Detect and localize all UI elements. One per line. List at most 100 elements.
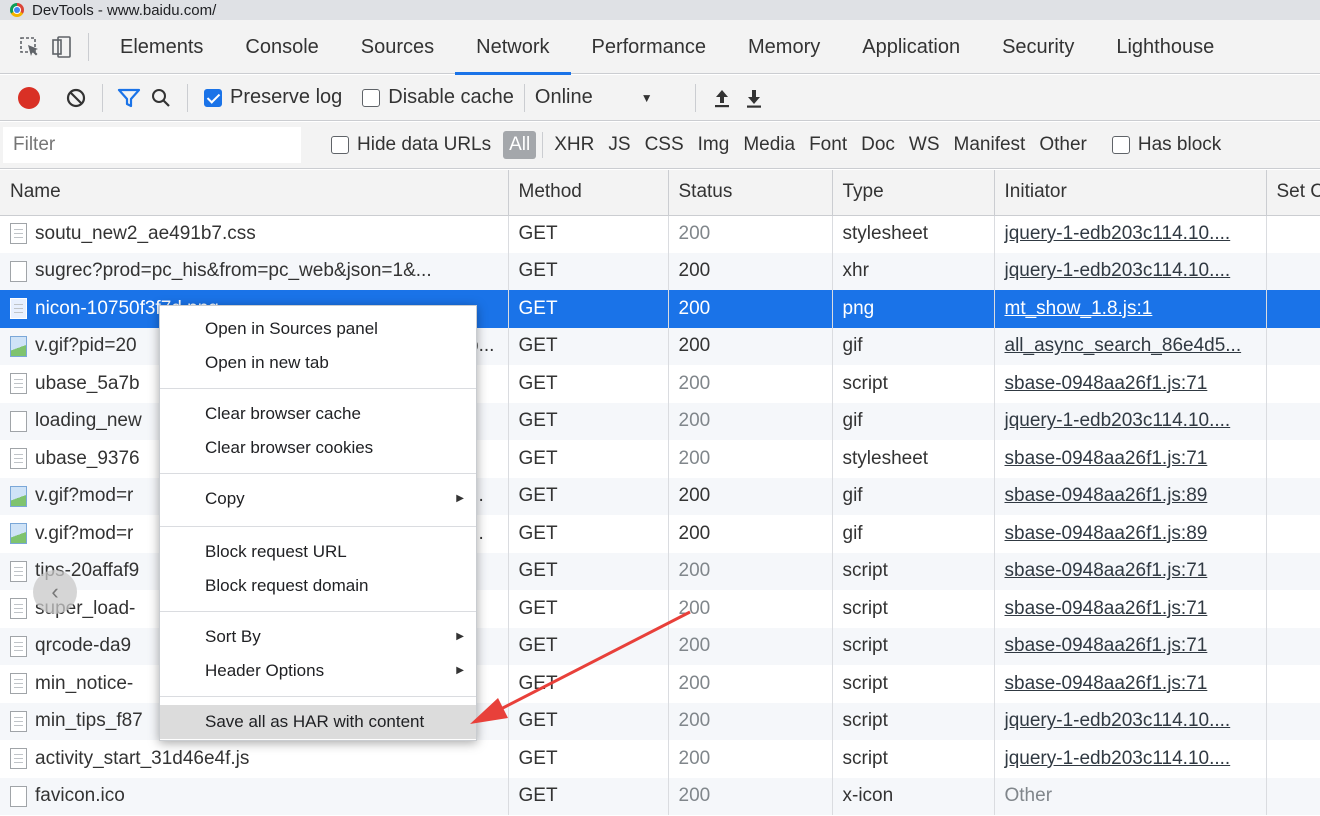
type-filter-css[interactable]: CSS xyxy=(638,134,691,156)
type-filter-all[interactable]: All xyxy=(503,131,537,159)
cell-type: script xyxy=(832,740,995,778)
menu-item-sort-by[interactable]: Sort By ▶ xyxy=(160,620,476,654)
preserve-log-checkbox[interactable]: Preserve log xyxy=(204,86,342,109)
column-header-set-cookies[interactable]: Set C xyxy=(1266,170,1320,216)
type-filter-media[interactable]: Media xyxy=(736,134,802,156)
export-har-icon[interactable] xyxy=(738,82,770,114)
menu-item-copy-label: Copy xyxy=(205,489,245,508)
initiator-link[interactable]: jquery-1-edb203c114.10.... xyxy=(1005,748,1231,769)
import-har-icon[interactable] xyxy=(706,82,738,114)
checkbox-unchecked-icon[interactable] xyxy=(331,136,349,154)
divider xyxy=(187,83,188,112)
checkbox-unchecked-icon[interactable] xyxy=(1111,136,1130,154)
request-name: v.gif?mod=r xyxy=(35,522,134,544)
type-filter-img[interactable]: Img xyxy=(691,134,737,156)
table-row[interactable]: sugrec?prod=pc_his&from=pc_web&json=1&..… xyxy=(0,252,1320,290)
initiator-link[interactable]: sbase-0948aa26f1.js:89 xyxy=(1005,523,1208,544)
initiator-link[interactable]: sbase-0948aa26f1.js:89 xyxy=(1005,485,1208,506)
column-header-status[interactable]: Status xyxy=(668,170,833,216)
file-icon xyxy=(10,260,27,282)
column-header-method[interactable]: Method xyxy=(508,170,669,216)
menu-item-save-har[interactable]: Save all as HAR with content xyxy=(160,705,476,739)
cell-initiator: jquery-1-edb203c114.10.... xyxy=(994,402,1267,440)
menu-item-clear-cache[interactable]: Clear browser cache xyxy=(160,397,476,431)
initiator-link[interactable]: jquery-1-edb203c114.10.... xyxy=(1005,260,1231,281)
throttling-select[interactable]: Online ▼ xyxy=(535,86,685,109)
menu-item-open-in-sources[interactable]: Open in Sources panel xyxy=(160,312,476,346)
table-row[interactable]: soutu_new2_ae491b7.css GET 200 stylesheet jq… xyxy=(0,215,1320,253)
record-button[interactable] xyxy=(18,86,40,109)
type-filter-manifest[interactable]: Manifest xyxy=(947,134,1033,156)
tab-sources[interactable]: Sources xyxy=(340,20,455,74)
search-icon[interactable] xyxy=(145,82,177,114)
request-name: min_notice- xyxy=(35,672,134,694)
tab-console[interactable]: Console xyxy=(224,20,339,74)
menu-item-clear-cookies[interactable]: Clear browser cookies xyxy=(160,431,476,465)
table-row[interactable]: activity_start_31d46e4f.js GET 200 script jq… xyxy=(0,740,1320,778)
initiator-link[interactable]: sbase-0948aa26f1.js:71 xyxy=(1005,448,1208,469)
tab-security[interactable]: Security xyxy=(981,20,1095,74)
tab-network[interactable]: Network xyxy=(455,20,571,75)
scroll-back-button[interactable]: ‹ xyxy=(33,570,77,614)
initiator-link[interactable]: sbase-0948aa26f1.js:71 xyxy=(1005,373,1208,394)
filter-input[interactable] xyxy=(3,127,301,163)
checkbox-checked-icon[interactable] xyxy=(204,88,222,107)
divider xyxy=(88,32,89,61)
type-filter-font[interactable]: Font xyxy=(802,134,854,156)
initiator-link[interactable]: jquery-1-edb203c114.10.... xyxy=(1005,710,1231,731)
file-icon xyxy=(10,335,27,357)
initiator-link[interactable]: all_async_search_86e4d5... xyxy=(1005,335,1242,356)
cell-set-cookies xyxy=(1266,740,1320,778)
tab-elements[interactable]: Elements xyxy=(99,20,224,74)
menu-item-open-in-new-tab[interactable]: Open in new tab xyxy=(160,346,476,380)
hide-data-urls-checkbox[interactable]: Hide data URLs xyxy=(331,134,491,156)
cell-type: script xyxy=(832,627,995,665)
disable-cache-checkbox[interactable]: Disable cache xyxy=(362,86,514,109)
tab-performance[interactable]: Performance xyxy=(571,20,728,74)
tab-lighthouse[interactable]: Lighthouse xyxy=(1095,20,1235,74)
column-header-name[interactable]: Name xyxy=(0,170,509,216)
initiator-text: Other xyxy=(1004,785,1053,807)
chrome-logo-icon xyxy=(10,3,24,17)
initiator-link[interactable]: jquery-1-edb203c114.10.... xyxy=(1005,223,1231,244)
has-blocked-cookies-checkbox[interactable]: Has block xyxy=(1111,134,1221,156)
column-header-type[interactable]: Type xyxy=(832,170,995,216)
menu-item-block-url[interactable]: Block request URL xyxy=(160,535,476,569)
initiator-link[interactable]: sbase-0948aa26f1.js:71 xyxy=(1005,635,1208,656)
initiator-link[interactable]: sbase-0948aa26f1.js:71 xyxy=(1005,560,1208,581)
file-icon xyxy=(10,673,27,695)
request-name: ubase_5a7b xyxy=(35,372,140,394)
request-name: qrcode-da9 xyxy=(35,635,132,657)
table-row[interactable]: favicon.ico GET 200 x-icon Other xyxy=(0,777,1320,815)
network-toolbar: Preserve log Disable cache Online ▼ xyxy=(0,75,1320,121)
preserve-log-label: Preserve log xyxy=(230,86,343,108)
tab-application[interactable]: Application xyxy=(841,20,981,74)
inspect-element-icon[interactable] xyxy=(14,31,46,63)
device-toolbar-icon[interactable] xyxy=(46,31,78,63)
file-icon xyxy=(10,223,27,245)
cell-type: x-icon xyxy=(832,777,995,815)
menu-item-header-options[interactable]: Header Options ▶ xyxy=(160,654,476,688)
type-filter-doc[interactable]: Doc xyxy=(854,134,902,156)
column-header-initiator[interactable]: Initiator xyxy=(994,170,1267,216)
cell-status: 200 xyxy=(668,627,833,665)
menu-item-copy[interactable]: Copy ▶ xyxy=(160,482,476,516)
filter-icon[interactable] xyxy=(113,82,145,114)
cell-method: GET xyxy=(508,327,669,365)
divider xyxy=(102,83,103,112)
clear-icon[interactable] xyxy=(60,82,92,114)
type-filter-xhr[interactable]: XHR xyxy=(547,134,601,156)
menu-item-block-domain[interactable]: Block request domain xyxy=(160,569,476,603)
initiator-link[interactable]: jquery-1-edb203c114.10.... xyxy=(1005,410,1231,431)
cell-method: GET xyxy=(508,477,669,515)
checkbox-unchecked-icon[interactable] xyxy=(362,88,381,107)
type-filter-ws[interactable]: WS xyxy=(902,134,947,156)
initiator-link[interactable]: mt_show_1.8.js:1 xyxy=(1005,298,1153,319)
type-filter-js[interactable]: JS xyxy=(601,134,637,156)
initiator-link[interactable]: sbase-0948aa26f1.js:71 xyxy=(1005,673,1208,694)
type-filter-other[interactable]: Other xyxy=(1032,134,1094,156)
tab-memory[interactable]: Memory xyxy=(727,20,841,74)
file-icon xyxy=(10,485,27,507)
initiator-link[interactable]: sbase-0948aa26f1.js:71 xyxy=(1005,598,1208,619)
cell-initiator: sbase-0948aa26f1.js:89 xyxy=(994,515,1267,553)
